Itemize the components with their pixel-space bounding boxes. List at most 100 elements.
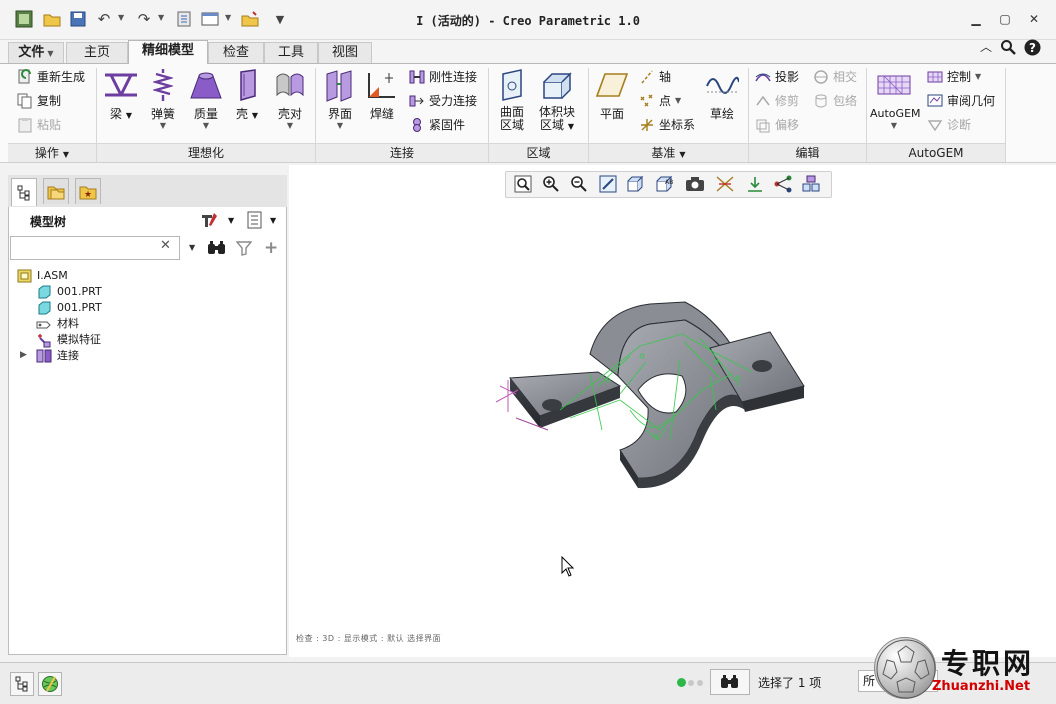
refit-icon[interactable] bbox=[512, 174, 534, 194]
watermark-logo bbox=[874, 637, 936, 699]
folder-browser-tab[interactable] bbox=[43, 178, 69, 204]
tree-item-assembly[interactable]: I.ASM bbox=[16, 268, 68, 284]
minimize-icon[interactable]: ▁ bbox=[968, 12, 984, 26]
tab-inspect[interactable]: 检查 bbox=[208, 42, 264, 64]
graphics-status-text: 检查 : 3D : 显示模式 : 默认 选择界面 bbox=[296, 634, 442, 643]
rigid-link-button[interactable]: 刚性连接 bbox=[408, 66, 477, 88]
mass-button[interactable]: 质量 ▼ bbox=[186, 68, 226, 130]
toggle-browser-button[interactable] bbox=[38, 672, 62, 696]
close-icon[interactable]: ✕ bbox=[1026, 12, 1042, 26]
fastener-button[interactable]: 紧固件 bbox=[408, 114, 465, 136]
interface-button[interactable]: 界面 ▼ bbox=[320, 68, 360, 130]
project-button[interactable]: 投影 bbox=[754, 66, 799, 88]
regenerate-button[interactable]: 重新生成 bbox=[16, 66, 85, 88]
trim-icon bbox=[754, 92, 772, 110]
chevron-down-icon: ▼ bbox=[228, 215, 235, 225]
part-icon bbox=[36, 285, 52, 299]
trim-button[interactable]: 修剪 bbox=[754, 90, 799, 112]
annotation-display-icon[interactable] bbox=[744, 174, 766, 194]
toggle-navigator-button[interactable] bbox=[10, 672, 34, 696]
weighted-link-button[interactable]: 受力连接 bbox=[408, 90, 477, 112]
paste-button[interactable]: 粘贴 bbox=[16, 114, 61, 136]
maximize-icon[interactable]: ▢ bbox=[997, 12, 1013, 26]
watermark-url: Zhuanzhi.Net bbox=[932, 679, 1031, 694]
shell-button[interactable]: 壳 ▼ bbox=[228, 68, 266, 124]
sketch-button[interactable]: 草绘 bbox=[702, 68, 742, 122]
tree-settings-button[interactable]: ▼ bbox=[200, 211, 234, 229]
regenerate-icon bbox=[16, 68, 34, 86]
interface-icon bbox=[322, 68, 358, 102]
control-button[interactable]: 控制 ▼ bbox=[926, 66, 981, 88]
tree-display-button[interactable]: ▼ bbox=[246, 211, 276, 229]
tree-item-part[interactable]: 001.PRT bbox=[36, 300, 102, 316]
zoom-in-icon[interactable] bbox=[540, 174, 562, 194]
favorites-tab[interactable]: ★ bbox=[75, 178, 101, 204]
offset-icon bbox=[754, 116, 772, 134]
intersect-button[interactable]: 相交 bbox=[812, 66, 857, 88]
axis-button[interactable]: 轴 bbox=[638, 66, 671, 88]
material-icon bbox=[36, 317, 52, 331]
find-icon bbox=[721, 675, 738, 688]
bracket-model[interactable] bbox=[470, 290, 820, 500]
mesh-display-icon[interactable] bbox=[800, 174, 822, 194]
group-label-operations[interactable]: 操作 ▼ bbox=[8, 143, 96, 162]
spring-icon bbox=[145, 68, 181, 102]
clear-search-icon[interactable]: ✕ bbox=[160, 238, 171, 253]
tab-home[interactable]: 主页 bbox=[66, 42, 128, 64]
tree-item-connections[interactable]: 连接 bbox=[36, 348, 79, 364]
model-tree-tab[interactable] bbox=[11, 178, 37, 206]
view-manager-icon[interactable] bbox=[684, 174, 706, 194]
chevron-up-icon[interactable]: ︿ bbox=[980, 38, 992, 55]
wrap-button[interactable]: 包络 bbox=[812, 90, 857, 112]
folder-icon bbox=[47, 186, 65, 199]
plane-button[interactable]: 平面 bbox=[592, 68, 632, 122]
find-icon[interactable] bbox=[207, 240, 227, 259]
coordinate-system-button[interactable]: 坐标系 bbox=[638, 114, 695, 136]
zoom-out-icon[interactable] bbox=[568, 174, 590, 194]
tree-item-material[interactable]: 材料 bbox=[36, 316, 79, 332]
tab-file[interactable]: 文件 ▼ bbox=[8, 42, 64, 64]
surface-region-button[interactable]: 曲面 区域 bbox=[492, 68, 532, 132]
offset-button[interactable]: 偏移 bbox=[754, 114, 799, 136]
filter-icon[interactable] bbox=[235, 240, 253, 259]
expand-arrow-icon[interactable]: ▶ bbox=[20, 350, 27, 360]
autogem-button[interactable]: AutoGEM ▼ bbox=[870, 68, 921, 130]
tree-search-input[interactable] bbox=[10, 236, 180, 260]
search-icon[interactable] bbox=[1000, 39, 1016, 59]
help-icon[interactable]: ? bbox=[1024, 39, 1041, 60]
add-column-icon[interactable]: + bbox=[264, 238, 278, 258]
chevron-down-icon: ▼ bbox=[975, 72, 982, 81]
tab-view[interactable]: 视图 bbox=[318, 42, 372, 64]
beam-button[interactable]: 梁 ▼ bbox=[100, 68, 142, 124]
tab-tools[interactable]: 工具 bbox=[264, 42, 318, 64]
point-button[interactable]: 点 ▼ bbox=[638, 90, 681, 112]
tree-item-part[interactable]: 001.PRT bbox=[36, 284, 102, 300]
constraint-display-icon[interactable] bbox=[772, 174, 794, 194]
group-label-autogem: AutoGEM bbox=[867, 143, 1005, 162]
browser-icon bbox=[42, 676, 58, 692]
shell-pair-button[interactable]: 壳对 ▼ bbox=[270, 68, 310, 130]
weld-button[interactable]: 焊缝 bbox=[362, 68, 402, 122]
saved-orientations-icon[interactable]: AB bbox=[654, 174, 676, 194]
diagnostics-button[interactable]: 诊断 bbox=[926, 114, 971, 136]
model-tree-title: 模型树 bbox=[30, 215, 67, 229]
search-dropdown-icon[interactable]: ▼ bbox=[189, 243, 195, 252]
review-geometry-button[interactable]: 审阅几何 bbox=[926, 90, 995, 112]
group-label-datum[interactable]: 基准 ▼ bbox=[589, 143, 748, 162]
weld-icon bbox=[364, 68, 400, 102]
model-tree-icon bbox=[15, 676, 28, 692]
plane-icon bbox=[594, 68, 630, 102]
group-label-idealization: 理想化 bbox=[97, 143, 315, 162]
find-button[interactable] bbox=[710, 669, 750, 695]
group-label-connections: 连接 bbox=[316, 143, 488, 162]
repaint-icon[interactable] bbox=[597, 174, 619, 194]
spring-button[interactable]: 弹簧 ▼ bbox=[144, 68, 182, 130]
tree-item-simulation-features[interactable]: 模拟特征 bbox=[36, 332, 101, 348]
datum-display-icon[interactable] bbox=[714, 174, 736, 194]
copy-button[interactable]: 复制 bbox=[16, 90, 61, 112]
volume-region-button[interactable]: 体积块 区域 ▼ bbox=[534, 68, 580, 133]
left-bolt-hole bbox=[542, 399, 562, 411]
display-style-icon[interactable] bbox=[625, 174, 647, 194]
tab-refine-model[interactable]: 精细模型 bbox=[128, 40, 208, 64]
right-bolt-hole bbox=[752, 360, 772, 372]
